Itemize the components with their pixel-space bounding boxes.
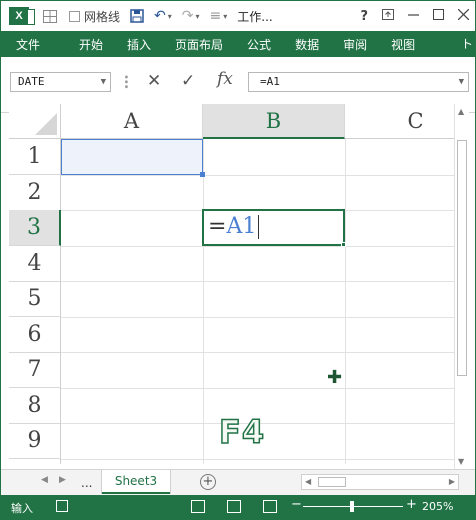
scroll-left-icon[interactable]: ◀ [305,477,311,486]
insert-function-icon[interactable]: fx [217,69,239,91]
status-bar: 输入 − + 205% [1,495,475,519]
document-title: 工作... [237,9,273,24]
tab-view[interactable]: 视图 [391,36,415,53]
page-break-view-icon[interactable] [263,500,277,513]
scroll-right-icon[interactable]: ▶ [449,477,455,486]
title-bar: X 网格线 ↶ ▾ ↷ ▾ ≡ ▾ 工作... ? [1,1,475,31]
row-header-7[interactable]: 7 [9,352,61,388]
cell-b3-editor[interactable]: =A1 [202,209,346,247]
vertical-scroll-thumb[interactable] [457,140,467,376]
cell-b3-reference: A1 [226,214,257,239]
zoom-out-button[interactable]: − [291,497,302,512]
vertical-scrollbar[interactable]: ▲ ▼ [454,104,469,469]
help-button[interactable]: ? [360,9,368,24]
cell-a1-reference[interactable] [61,139,205,177]
undo-dropdown-icon[interactable]: ▾ [168,12,172,21]
resize-handle-icon[interactable]: ••• [120,74,131,89]
row-header-6[interactable]: 6 [9,317,61,353]
keypress-overlay: F4 [218,412,266,452]
sheet-tab-bar: ◀ ▶ ... Sheet3 + ◀ ▶ [1,469,475,495]
tab-formulas[interactable]: 公式 [247,36,271,53]
zoom-level[interactable]: 205% [422,500,453,513]
name-box[interactable]: DATE ▼ [10,72,111,92]
ribbon-display-icon[interactable] [382,8,394,24]
undo-icon[interactable]: ↶ [154,8,166,24]
add-sheet-button[interactable]: + [200,474,216,490]
align-icon[interactable]: ≡ [210,8,222,24]
redo-icon[interactable]: ↷ [182,8,194,24]
chevron-down-icon[interactable]: ▼ [101,73,106,91]
reference-handle[interactable] [200,172,205,177]
row-header-9[interactable]: 9 [9,423,61,459]
worksheet-grid: A B C 1 2 3 4 5 6 7 8 9 10 =A1 [9,104,454,464]
enter-icon[interactable]: ✓ [181,71,203,93]
row-header-2[interactable]: 2 [9,175,61,211]
tab-file[interactable]: 文件 [1,31,55,57]
horizontal-scroll-thumb[interactable] [318,477,346,487]
formula-input[interactable]: =A1 ▼ [248,72,469,92]
row-header-5[interactable]: 5 [9,281,61,317]
cell-b3-prefix: = [208,214,227,239]
formula-text: =A1 [260,75,280,88]
macro-record-icon[interactable] [56,500,68,512]
sheet-overflow-button[interactable]: ... [81,476,92,490]
close-icon[interactable] [457,8,470,24]
window-controls: ? [360,1,470,31]
expand-formula-icon[interactable]: ▼ [459,73,464,91]
row-header-1[interactable]: 1 [9,139,61,175]
scroll-down-icon[interactable]: ▼ [458,457,464,466]
table-icon[interactable] [43,9,57,23]
horizontal-scrollbar[interactable]: ◀ ▶ [301,474,459,490]
name-box-value: DATE [18,75,45,88]
zoom-in-button[interactable]: + [406,497,417,512]
normal-view-icon[interactable] [191,500,205,513]
scroll-up-icon[interactable]: ▲ [458,107,464,116]
row-header-10[interactable]: 10 [9,459,61,464]
page-layout-view-icon[interactable] [227,500,241,513]
save-icon[interactable] [130,9,144,23]
column-header-a[interactable]: A [61,104,203,139]
zoom-slider-knob[interactable] [350,501,354,512]
gridlines-label: 网格线 [84,9,121,24]
tab-page-layout[interactable]: 页面布局 [175,36,223,53]
text-caret [258,215,260,239]
cancel-icon[interactable]: ✕ [147,71,169,93]
redo-dropdown-icon[interactable]: ▾ [196,12,200,21]
maximize-icon[interactable] [433,8,444,24]
minimize-icon[interactable] [408,9,419,24]
ribbon-tabs: 文件 开始 插入 页面布局 公式 数据 审阅 视图 ト [1,31,475,57]
row-header-8[interactable]: 8 [9,388,61,424]
tab-review[interactable]: 审阅 [343,36,367,53]
sheet-tab-sheet3[interactable]: Sheet3 [102,470,170,494]
quick-access-dropdown-icon[interactable]: ▾ [223,12,227,21]
prev-sheet-icon[interactable]: ◀ [41,475,48,485]
tab-home[interactable]: 开始 [79,36,103,53]
cursor-icon: ✚ [327,367,343,388]
tab-overflow[interactable]: ト [461,35,473,53]
select-all-button[interactable] [9,104,61,139]
fill-handle[interactable] [341,242,346,247]
column-header-c[interactable]: C [345,104,454,139]
column-header-b[interactable]: B [203,104,345,139]
next-sheet-icon[interactable]: ▶ [59,475,66,485]
tab-insert[interactable]: 插入 [127,36,151,53]
gridlines-checkbox[interactable] [69,10,80,22]
tab-data[interactable]: 数据 [295,36,319,53]
row-header-4[interactable]: 4 [9,246,61,282]
status-mode: 输入 [11,502,33,515]
excel-logo-icon: X [9,7,35,25]
row-header-3[interactable]: 3 [9,210,61,246]
